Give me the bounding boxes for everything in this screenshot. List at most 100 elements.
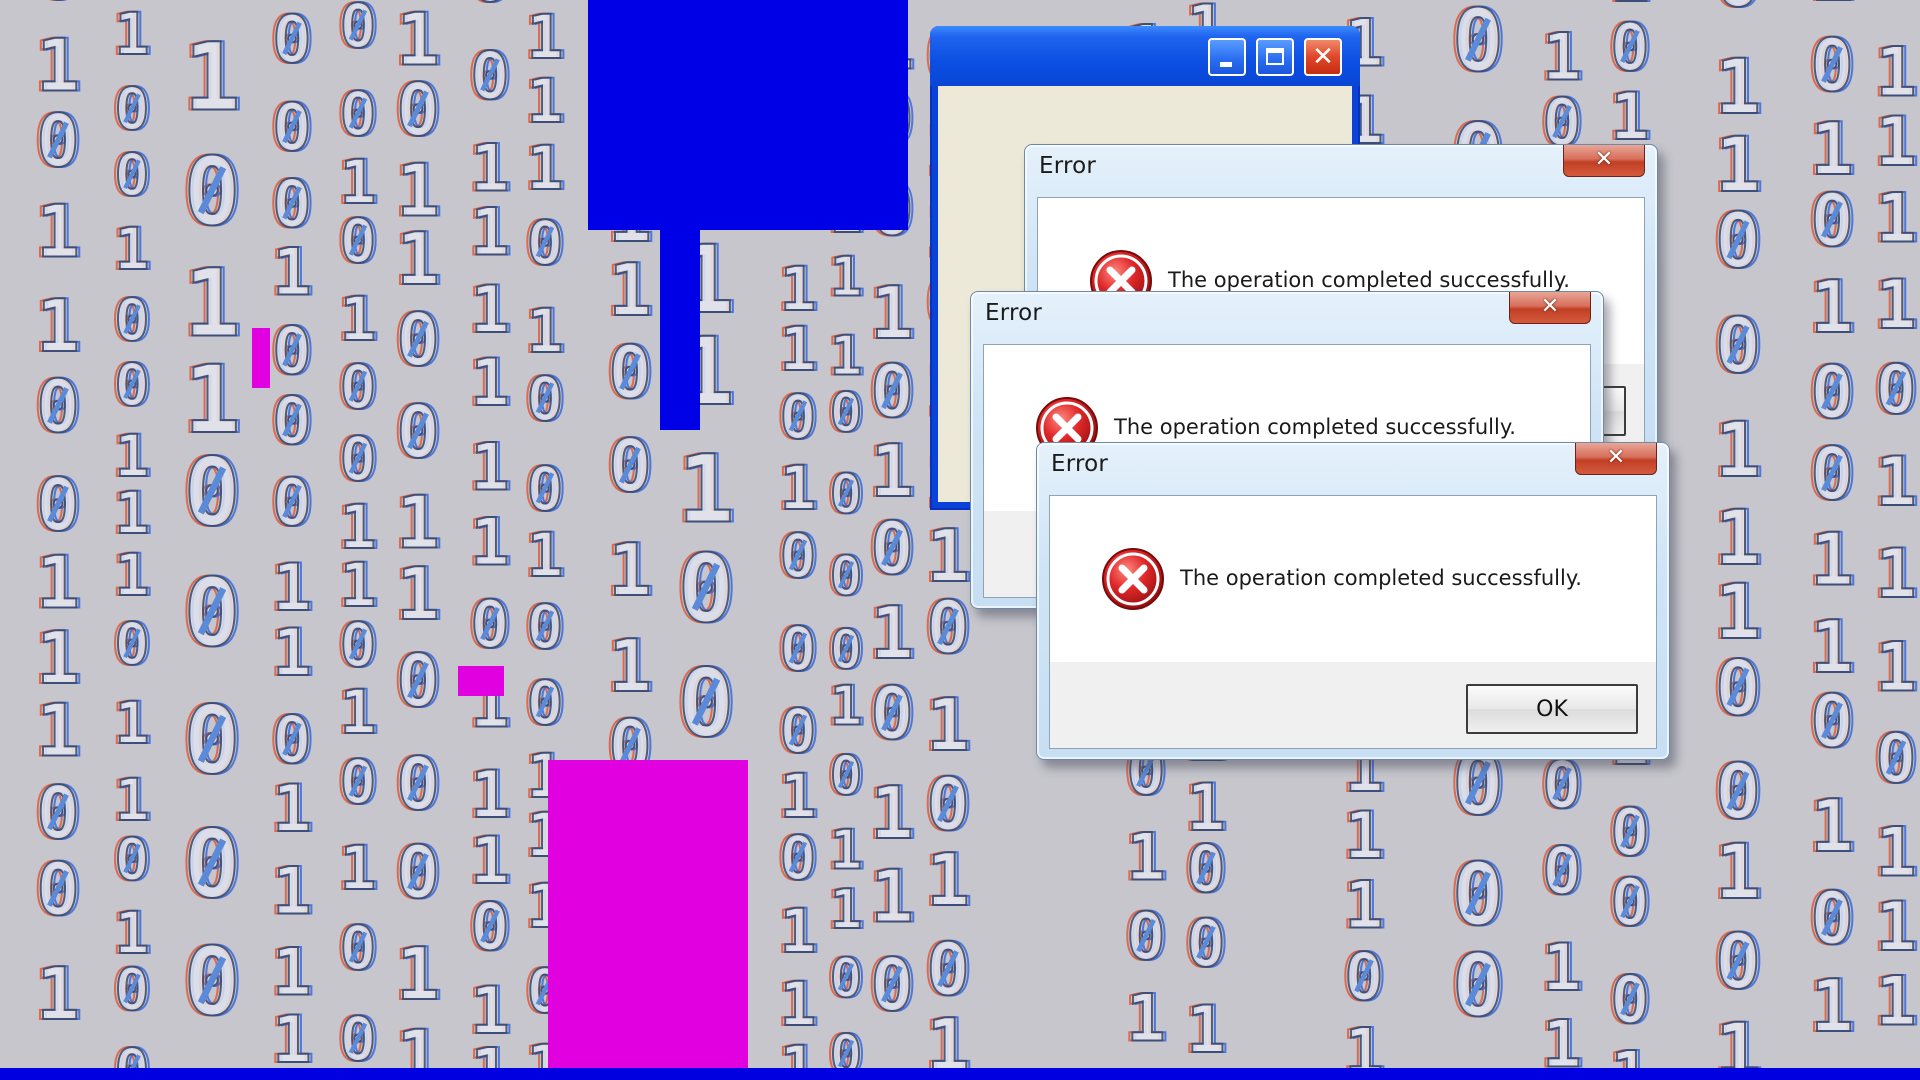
rain-glyph: 1: [396, 217, 439, 301]
rain-glyph: 1: [780, 761, 817, 832]
rain-glyph: 1: [272, 772, 311, 847]
rain-glyph: 1: [470, 431, 509, 506]
close-icon: ✕: [1312, 42, 1334, 72]
rain-glyph: 0: [184, 0, 241, 20]
rain-glyph: 1: [830, 325, 863, 388]
rain-glyph: 1: [115, 479, 150, 547]
rain-glyph: 1: [272, 551, 311, 626]
rain-glyph: 1: [396, 932, 439, 1016]
dialog-body: The operation completed successfully. OK: [1049, 495, 1657, 749]
rain-glyph: 1: [470, 824, 509, 899]
rain-glyph: 1: [340, 284, 377, 355]
rain-glyph: 1: [396, 552, 439, 636]
rain-glyph: 1: [870, 429, 913, 513]
rain-glyph: 1: [1876, 266, 1917, 345]
rain-glyph: 0: [1715, 0, 1761, 24]
rain-glyph: 1: [780, 314, 817, 385]
rain-glyph: 1: [1810, 0, 1853, 17]
rain-glyph: 1: [1810, 265, 1853, 349]
close-button[interactable]: ✕: [1304, 38, 1342, 76]
rain-glyph: 0: [36, 0, 79, 16]
rain-glyph: 1: [1810, 518, 1853, 602]
dialog-footer: OK: [1050, 662, 1656, 748]
rain-glyph: 1: [1876, 813, 1917, 892]
rain-glyph: 1: [780, 453, 817, 524]
background-window-titlebar[interactable]: ✕: [930, 26, 1360, 86]
rain-glyph: 0: [1542, 0, 1581, 14]
rain-glyph: 1: [1344, 869, 1383, 944]
rain-glyph: 1: [608, 528, 651, 612]
rain-glyph: 1: [470, 346, 509, 421]
rain-glyph: 1: [1810, 605, 1853, 689]
rain-glyph: 1: [36, 541, 79, 625]
rain-glyph: 1: [527, 2, 564, 73]
glitch-block-blue-strip: [660, 230, 700, 430]
dialog-title: Error: [1051, 451, 1109, 477]
rain-glyph: 1: [1542, 931, 1581, 1006]
rain-glyph: 1: [527, 133, 564, 204]
error-dialog[interactable]: Error ✕ The operation completed successf…: [1036, 442, 1670, 760]
close-icon: ✕: [1606, 445, 1626, 470]
rain-glyph: 1: [780, 969, 817, 1040]
rain-glyph: 1: [1876, 888, 1917, 967]
dialog-close-button[interactable]: ✕: [1563, 145, 1645, 177]
rain-glyph: 1: [1876, 535, 1917, 614]
rain-glyph: 1: [1876, 628, 1917, 707]
rain-glyph: 1: [870, 855, 913, 939]
rain-glyph: 1: [926, 838, 969, 922]
rain-glyph: 1: [184, 24, 241, 133]
rain-glyph: 1: [36, 952, 79, 1036]
rain-glyph: 1: [870, 271, 913, 355]
rain-glyph: 1: [115, 689, 150, 757]
dialog-title: Error: [985, 300, 1043, 326]
rain-glyph: 1: [470, 195, 509, 270]
rain-glyph: 1: [527, 66, 564, 137]
rain-glyph: 1: [115, 541, 150, 609]
glitch-block-magenta-small: [458, 666, 504, 696]
ok-button[interactable]: OK: [1466, 684, 1638, 734]
rain-glyph: 1: [780, 896, 817, 967]
message-area: The operation completed successfully.: [1050, 496, 1656, 662]
rain-glyph: 1: [470, 758, 509, 833]
rain-glyph: 1: [272, 616, 311, 691]
rain-glyph: 1: [272, 236, 311, 311]
rain-glyph: 1: [470, 505, 509, 580]
rain-glyph: 1: [830, 878, 863, 941]
glitch-block-magenta-edge: [252, 328, 270, 388]
rain-glyph: 1: [184, 250, 241, 359]
rain-glyph: 1: [1810, 964, 1853, 1048]
glitch-block-magenta: [548, 760, 748, 1080]
error-icon: [1102, 548, 1164, 610]
maximize-button[interactable]: [1256, 38, 1294, 76]
rain-glyph: 1: [1876, 103, 1917, 182]
rain-glyph: 1: [870, 591, 913, 675]
rain-glyph: 1: [272, 855, 311, 930]
rain-glyph: 1: [926, 0, 969, 7]
rain-glyph: 1: [678, 436, 735, 545]
dialog-message: The operation completed successfully.: [1180, 566, 1582, 590]
rain-glyph: 1: [36, 24, 79, 108]
minimize-button[interactable]: [1208, 38, 1246, 76]
rain-glyph: 1: [272, 1003, 311, 1078]
rain-glyph: 1: [1876, 180, 1917, 259]
rain-glyph: 1: [830, 675, 863, 738]
rain-glyph: 0: [1876, 0, 1917, 14]
rain-glyph: 1: [1876, 963, 1917, 1042]
dialog-close-button[interactable]: ✕: [1509, 292, 1591, 324]
rain-glyph: 1: [36, 284, 79, 368]
rain-glyph: 0: [340, 0, 377, 62]
dialog-message: The operation completed successfully.: [1114, 415, 1516, 439]
rain-glyph: 1: [1126, 820, 1165, 895]
dialog-title: Error: [1039, 153, 1097, 179]
rain-glyph: 1: [608, 248, 651, 332]
minimize-icon: [1220, 62, 1232, 67]
rain-glyph: 1: [870, 771, 913, 855]
dialog-close-button[interactable]: ✕: [1575, 443, 1657, 475]
rain-glyph: 1: [115, 0, 150, 68]
rain-glyph: 1: [926, 683, 969, 767]
rain-glyph: 0: [470, 0, 509, 17]
maximize-icon: [1266, 48, 1284, 65]
rain-glyph: 1: [1542, 20, 1581, 95]
rain-glyph: 1: [36, 190, 79, 274]
glitch-block-bottom-strip: [0, 1068, 1920, 1080]
